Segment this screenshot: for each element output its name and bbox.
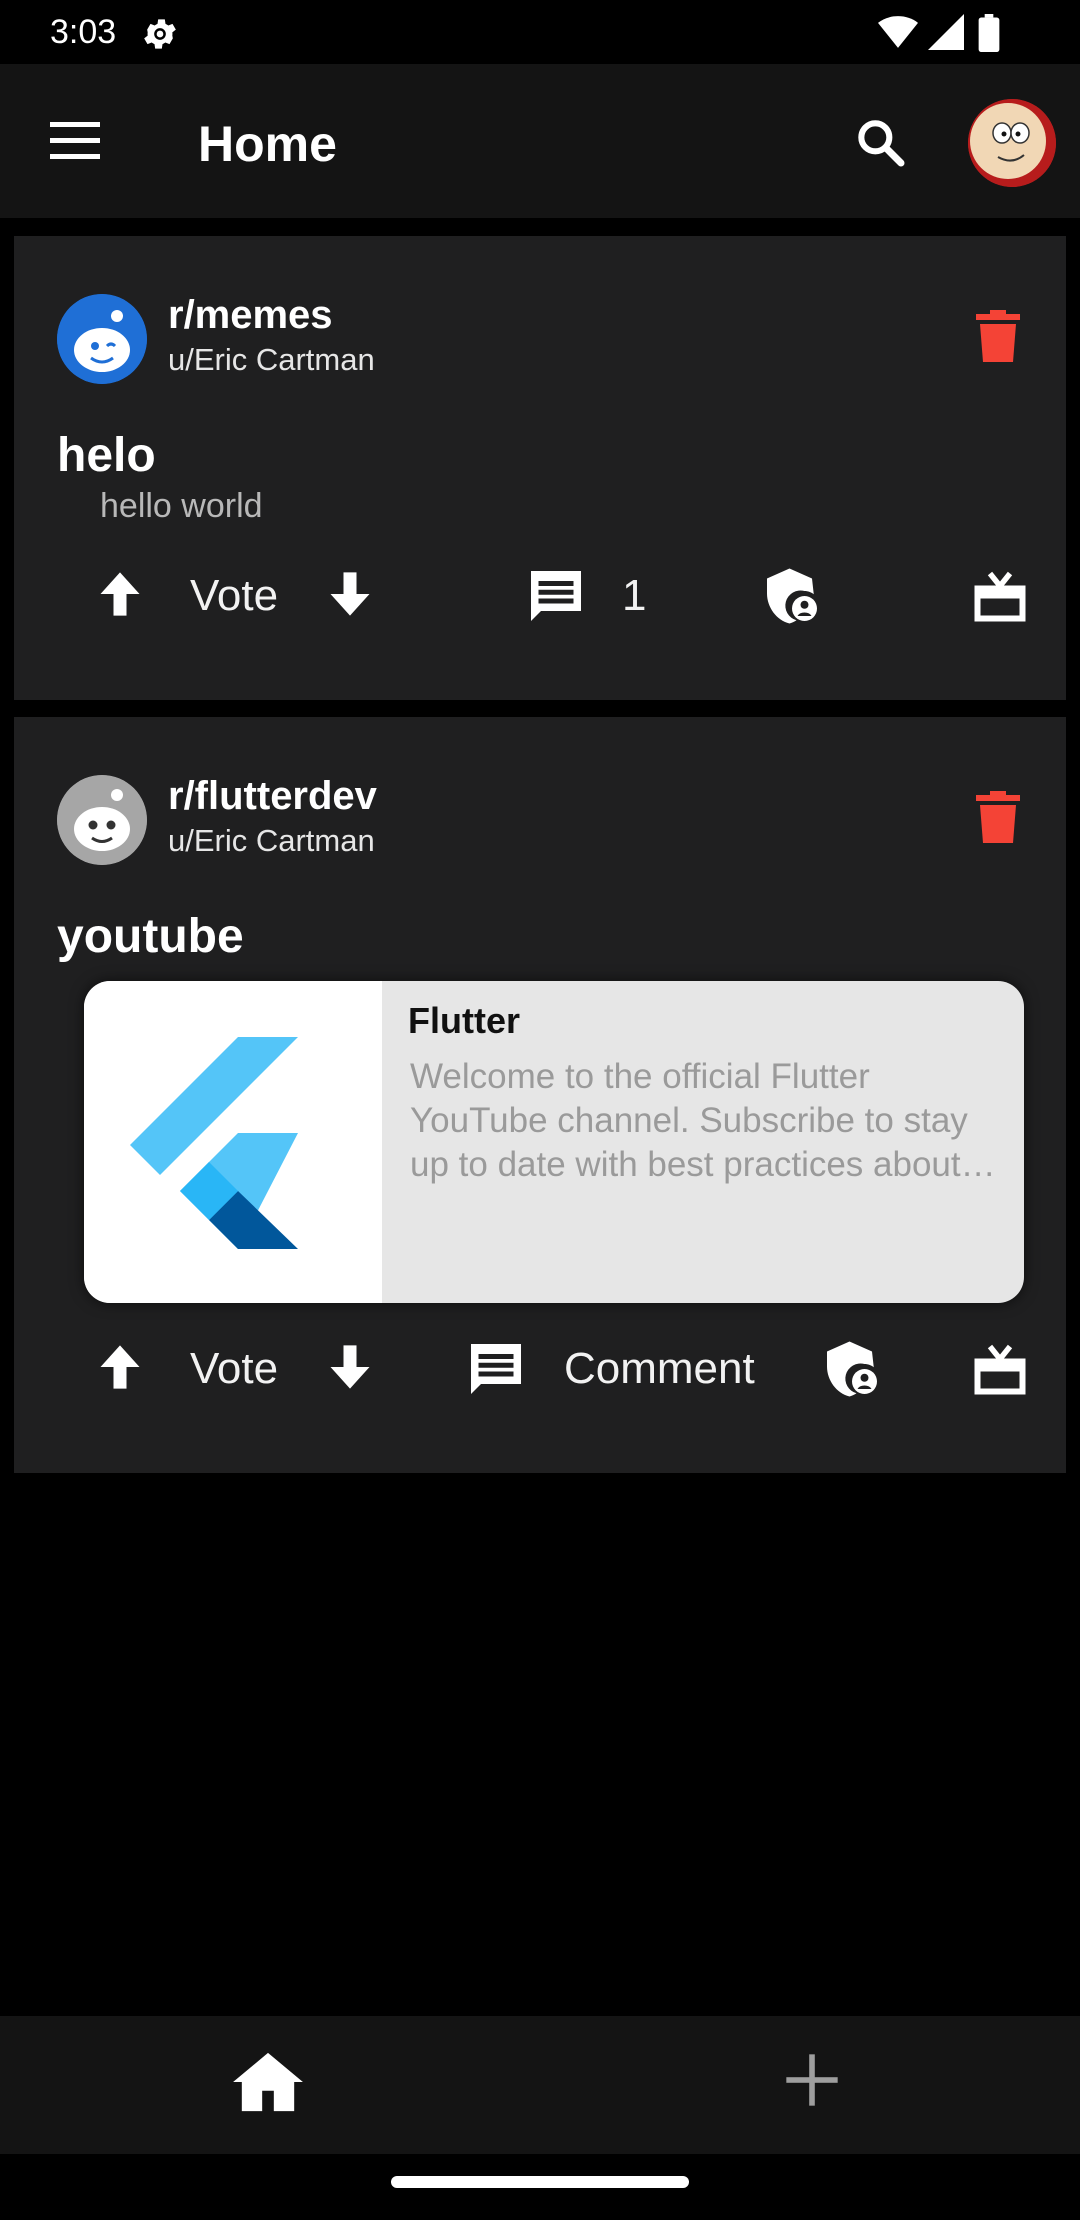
comment-label[interactable]: Comment: [564, 1343, 755, 1395]
status-bar: 3:03: [0, 0, 1080, 64]
vote-label: Vote: [190, 1344, 279, 1393]
snoo-avatar-icon: [57, 294, 147, 384]
moderator-shield-icon[interactable]: [762, 566, 822, 626]
search-icon[interactable]: [852, 114, 908, 170]
downvote-arrow-icon[interactable]: [324, 568, 376, 620]
snoo-avatar-icon: [57, 775, 147, 865]
post-card[interactable]: r/flutterdev u/Eric Cartman youtube Flut…: [14, 717, 1066, 1473]
gesture-pill[interactable]: [391, 2176, 689, 2188]
vote-label: Vote: [190, 571, 279, 620]
subreddit-avatar[interactable]: [57, 775, 147, 865]
link-preview-card[interactable]: Flutter Welcome to the official Flutter …: [84, 981, 1024, 1303]
delete-trash-icon[interactable]: [976, 791, 1020, 843]
subreddit-name[interactable]: r/memes: [168, 292, 333, 338]
battery-icon: [978, 14, 1000, 52]
cartman-avatar-icon: [968, 99, 1056, 187]
preview-description: Welcome to the official Flutter YouTube …: [410, 1057, 968, 1184]
upvote-arrow-icon[interactable]: [94, 1341, 146, 1393]
award-gift-icon[interactable]: [970, 566, 1030, 626]
profile-avatar[interactable]: [968, 99, 1056, 187]
app-bar: Home: [0, 64, 1080, 218]
status-time: 3:03: [50, 13, 117, 51]
add-icon[interactable]: [784, 2052, 840, 2108]
comment-count[interactable]: 1: [622, 570, 646, 622]
upvote-arrow-icon[interactable]: [94, 568, 146, 620]
downvote-arrow-icon[interactable]: [324, 1341, 376, 1393]
post-title[interactable]: youtube: [57, 909, 244, 965]
comment-icon[interactable]: [466, 1339, 526, 1399]
post-card[interactable]: r/memes u/Eric Cartman helo hello world …: [14, 236, 1066, 700]
home-icon[interactable]: [232, 2050, 304, 2114]
wifi-icon: [878, 16, 918, 48]
preview-thumbnail: [84, 981, 382, 1303]
settings-gear-icon: [144, 19, 176, 49]
signal-icon: [928, 14, 964, 50]
bottom-navigation: [0, 2016, 1080, 2154]
author-name[interactable]: u/Eric Cartman: [168, 342, 375, 378]
flutter-logo-icon: [130, 1037, 298, 1249]
post-title[interactable]: helo: [57, 428, 156, 484]
comment-icon[interactable]: [526, 566, 586, 626]
moderator-shield-icon[interactable]: [822, 1339, 882, 1399]
preview-title: Flutter: [408, 1000, 520, 1041]
subreddit-avatar[interactable]: [57, 294, 147, 384]
page-title: Home: [198, 116, 337, 172]
hamburger-menu-icon[interactable]: [46, 116, 106, 166]
subreddit-name[interactable]: r/flutterdev: [168, 773, 377, 819]
post-body: hello world: [100, 487, 263, 525]
award-gift-icon[interactable]: [970, 1339, 1030, 1399]
author-name[interactable]: u/Eric Cartman: [168, 823, 375, 859]
delete-trash-icon[interactable]: [976, 310, 1020, 362]
